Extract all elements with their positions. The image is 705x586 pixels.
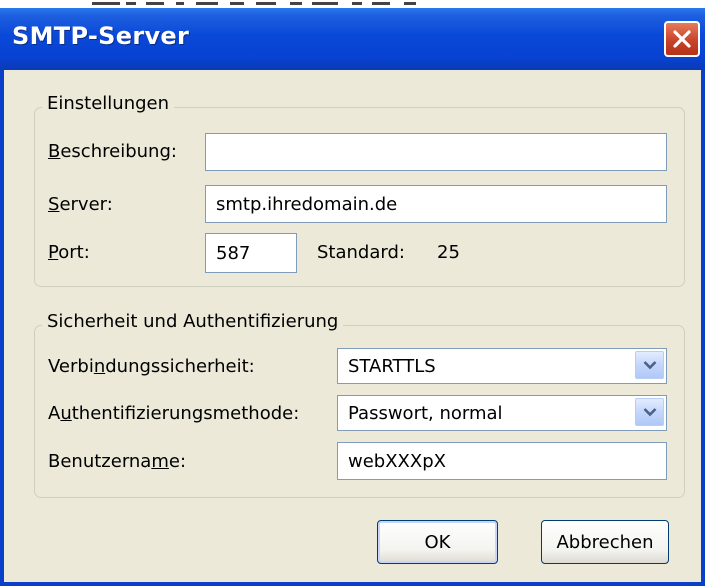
connection-security-label: Verbindungssicherheit:	[48, 356, 255, 377]
auth-method-select[interactable]: Passwort, normal	[337, 395, 667, 431]
ok-button[interactable]: OK	[377, 520, 498, 564]
chevron-down-icon	[643, 408, 657, 417]
smtp-server-dialog: SMTP-Server Einstellungen Beschreibung: …	[0, 8, 705, 586]
dialog-body: Einstellungen Beschreibung: Server: smtp…	[4, 70, 701, 582]
auth-method-dropdown-button[interactable]	[635, 398, 664, 426]
window-title: SMTP-Server	[12, 22, 190, 50]
cancel-button[interactable]: Abbrechen	[541, 520, 669, 564]
port-label: Port:	[48, 242, 90, 263]
settings-legend: Einstellungen	[42, 93, 175, 114]
port-field[interactable]: 587	[205, 233, 297, 273]
username-field[interactable]: webXXXpX	[337, 442, 667, 480]
connection-security-select[interactable]: STARTTLS	[337, 348, 667, 384]
auth-method-value: Passwort, normal	[348, 402, 503, 424]
background-window-fragment	[0, 0, 705, 8]
connection-security-dropdown-button[interactable]	[635, 351, 664, 379]
chevron-down-icon	[643, 361, 657, 370]
server-field[interactable]: smtp.ihredomain.de	[205, 185, 667, 223]
title-bar[interactable]: SMTP-Server	[0, 8, 705, 70]
username-label: Benutzername:	[48, 451, 187, 472]
close-icon	[673, 30, 691, 48]
security-legend: Sicherheit und Authentifizierung	[42, 311, 344, 332]
description-label: Beschreibung:	[48, 141, 177, 162]
server-label: Server:	[48, 194, 113, 215]
port-default-value: 25	[437, 242, 460, 263]
close-button[interactable]	[664, 21, 700, 57]
port-default-label: Standard:	[317, 242, 405, 263]
auth-method-label: Authentifizierungsmethode:	[48, 403, 300, 424]
description-field[interactable]	[205, 133, 667, 171]
connection-security-value: STARTTLS	[348, 355, 436, 377]
